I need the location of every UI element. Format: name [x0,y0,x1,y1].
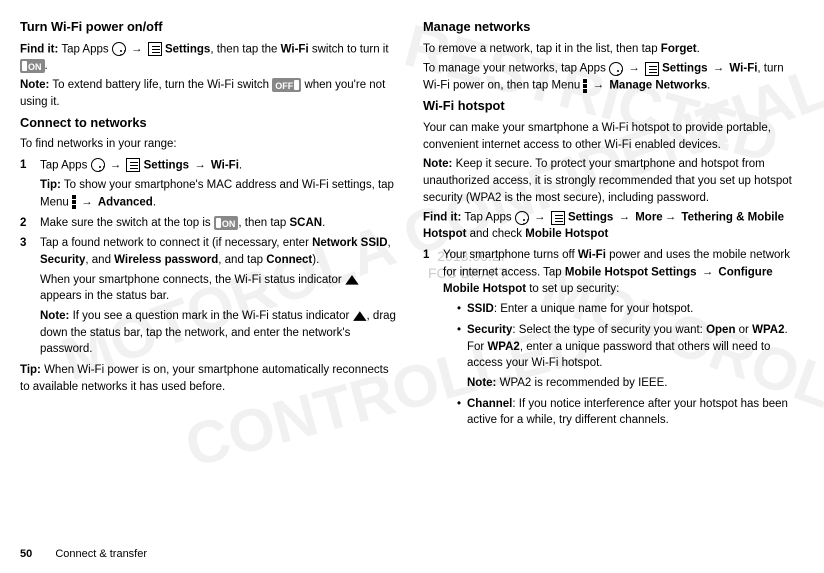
wifi-label: Wi-Fi [211,159,239,171]
settings-icon [645,62,659,76]
page-footer: 50 Connect & transfer [20,547,147,563]
step-3: Tap a found network to connect it (if ne… [20,235,401,358]
heading-manage-networks: Manage networks [423,18,804,37]
manage-networks-label: Manage Networks [609,80,707,92]
arrow-icon: → [194,157,206,174]
find-it-line: Find it: Tap Apps → Settings, then tap t… [20,41,401,75]
advanced-label: Advanced [98,196,153,208]
arrow-icon: → [534,209,546,226]
heading-wifi-power: Turn Wi-Fi power on/off [20,18,401,37]
heading-wifi-hotspot: Wi-Fi hotspot [423,97,804,116]
more-label: More [635,212,662,224]
find-it-label: Find it: [20,43,58,55]
channel-label: Channel [467,398,512,410]
arrow-icon: → [81,194,93,211]
wpa2-label: WPA2 [487,341,519,353]
settings-label: Settings [568,212,613,224]
find-it-label: Find it: [423,212,461,224]
step-3-status: When your smartphone connects, the Wi-Fi… [40,272,401,305]
wifi-label: Wi-Fi [281,43,309,55]
arrow-icon: → [665,209,677,226]
switch-on-icon: ON [20,59,45,73]
open-label: Open [706,324,735,336]
apps-icon [609,62,623,76]
hotspot-note: Note: Keep it secure. To protect your sm… [423,156,804,206]
tip-reconnect: Tip: When Wi-Fi power is on, your smartp… [20,362,401,395]
mobile-hotspot-label: Mobile Hotspot [525,228,608,240]
hotspot-security-list: SSID: Enter a unique name for your hotsp… [443,301,804,429]
connect-intro: To find networks in your range: [20,136,401,153]
bullet-security: Security: Select the type of security yo… [457,322,804,392]
menu-icon [583,79,587,93]
arrow-icon: → [713,60,725,77]
manage-remove: To remove a network, tap it in the list,… [423,41,804,58]
network-ssid-label: Network SSID [312,237,387,249]
connect-label: Connect [266,254,312,266]
bullet-channel: Channel: If you notice interference afte… [457,396,804,429]
apps-icon [91,158,105,172]
settings-icon [551,211,565,225]
settings-icon [148,42,162,56]
hotspot-intro: Your can make your smartphone a Wi-Fi ho… [423,120,804,153]
wifi-indicator-icon [345,275,359,285]
settings-label: Settings [662,63,707,75]
step-2: Make sure the switch at the top is ON, t… [20,215,401,232]
section-title: Connect & transfer [55,548,147,560]
wpa2-note: Note: WPA2 is recommended by IEEE. [467,375,804,392]
wpa2-label: WPA2 [752,324,784,336]
hotspot-findit: Find it: Tap Apps → Settings → More→ Tet… [423,209,804,243]
hotspot-steps: Your smartphone turns off Wi-Fi power an… [423,247,804,429]
note-label: Note: [467,377,496,389]
tip-label: Tip: [20,364,41,376]
arrow-icon: → [619,209,631,226]
page-number: 50 [20,548,32,560]
manage-networks-path: To manage your networks, tap Apps → Sett… [423,60,804,94]
connect-steps: Tap Apps → Settings → Wi-Fi. Tip: To sho… [20,157,401,358]
note-label: Note: [20,79,49,91]
security-label: Security [40,254,85,266]
settings-label: Settings [144,159,193,171]
arrow-icon: → [110,157,122,174]
wifi-label: Wi-Fi [729,63,757,75]
mobile-hotspot-settings-label: Mobile Hotspot Settings [565,266,697,278]
step-1-tip: Tip: To show your smartphone's MAC addre… [40,177,401,211]
note-label: Note: [40,310,69,322]
scan-label: SCAN [290,217,323,229]
menu-icon [72,195,76,209]
arrow-icon: → [131,41,143,58]
tip-label: Tip: [40,179,61,191]
note-label: Note: [423,158,452,170]
wifi-label: Wi-Fi [578,249,606,261]
left-column: Turn Wi-Fi power on/off Find it: Tap App… [20,16,401,530]
wireless-password-label: Wireless password [114,254,218,266]
arrow-icon: → [702,264,714,281]
step-1: Tap Apps → Settings → Wi-Fi. Tip: To sho… [20,157,401,211]
ssid-label: SSID [467,303,494,315]
settings-label: Settings [165,43,210,55]
switch-off-icon: OFF [272,78,301,92]
page-content: Turn Wi-Fi power on/off Find it: Tap App… [0,0,824,530]
arrow-icon: → [593,77,605,94]
right-column: Manage networks To remove a network, tap… [423,16,804,530]
bullet-ssid: SSID: Enter a unique name for your hotsp… [457,301,804,318]
step-3-note: Note: If you see a question mark in the … [40,308,401,358]
forget-label: Forget [661,43,697,55]
wifi-indicator-icon [353,311,367,321]
arrow-icon: → [628,60,640,77]
security-label: Security [467,324,512,336]
apps-icon [515,211,529,225]
heading-connect-networks: Connect to networks [20,114,401,133]
note-battery: Note: To extend battery life, turn the W… [20,77,401,110]
apps-icon [112,42,126,56]
settings-icon [126,158,140,172]
hotspot-step-1: Your smartphone turns off Wi-Fi power an… [423,247,804,429]
switch-on-icon: ON [214,216,239,230]
